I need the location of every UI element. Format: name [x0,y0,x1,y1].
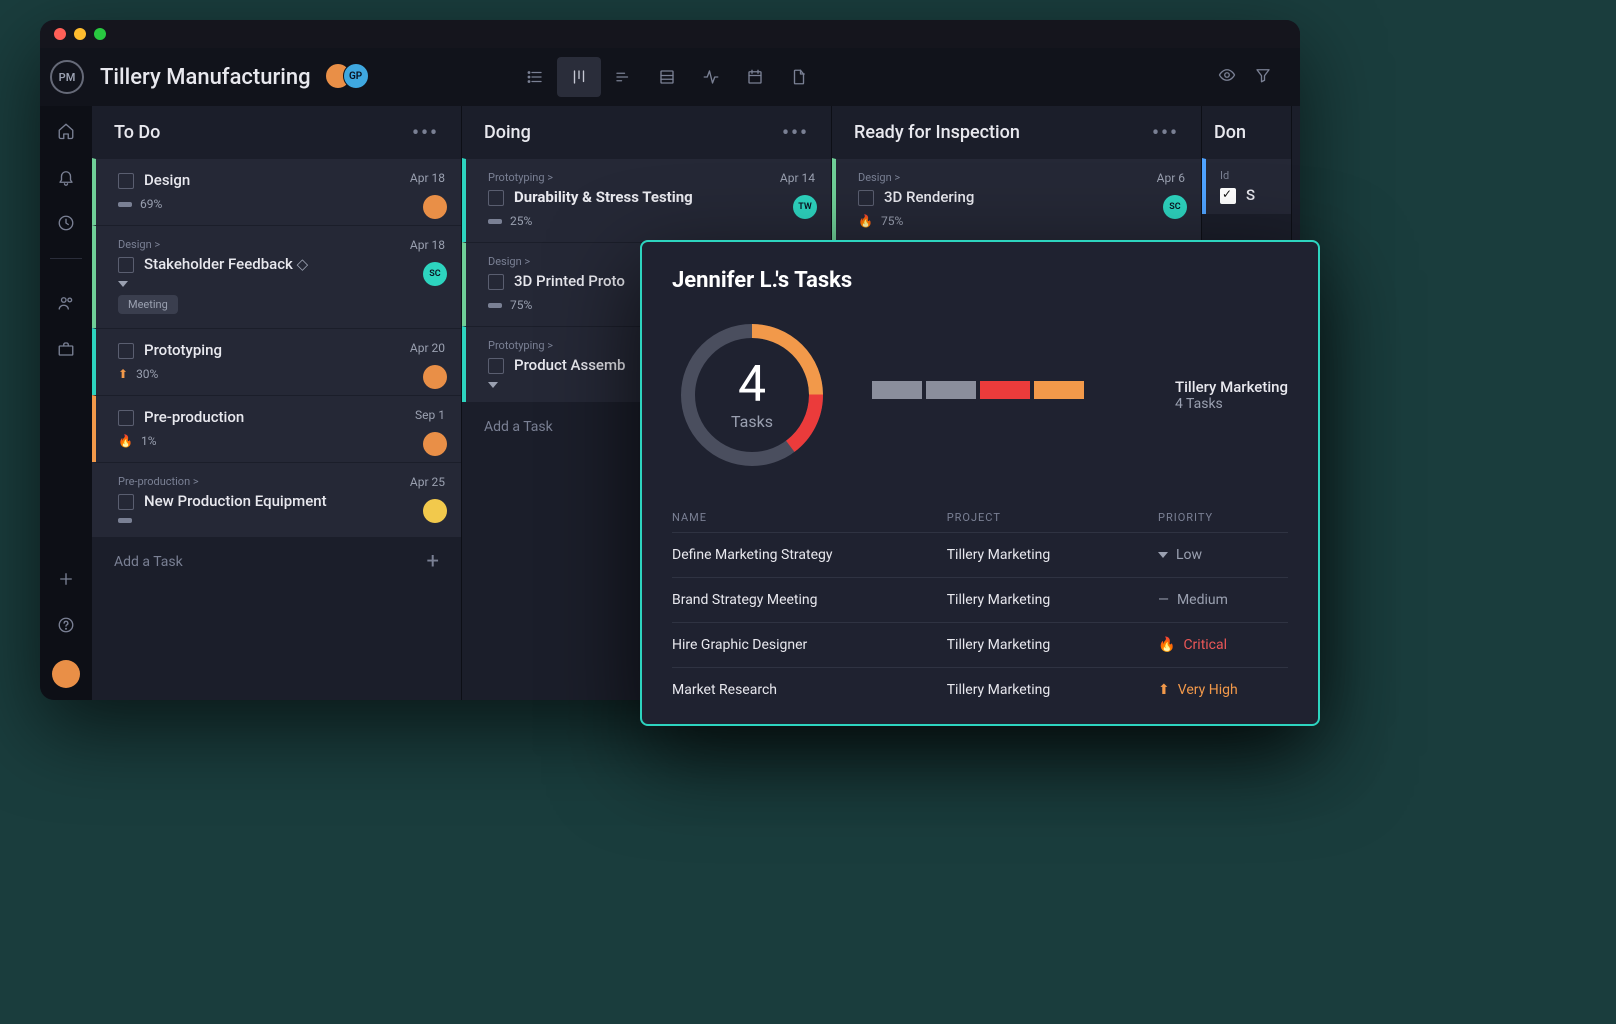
flame-icon: 🔥 [118,434,133,448]
help-icon[interactable] [55,614,77,636]
table-row[interactable]: Brand Strategy Meeting Tillery Marketing… [672,578,1288,623]
checkbox[interactable] [118,257,134,273]
table-row[interactable]: Hire Graphic Designer Tillery Marketing … [672,623,1288,668]
table-row[interactable]: Define Marketing Strategy Tillery Market… [672,533,1288,578]
close-dot[interactable] [54,28,66,40]
task-card[interactable]: Id S [1202,158,1291,214]
priority-segments [872,381,1084,399]
checkbox[interactable] [488,274,504,290]
assignee-avatar[interactable] [423,432,447,456]
maximize-dot[interactable] [94,28,106,40]
column-title: Doing [484,122,531,143]
assignee-avatar[interactable]: TW [793,195,817,219]
bell-icon[interactable] [55,166,77,188]
chevron-down-icon[interactable] [118,281,128,287]
app-logo[interactable]: PM [50,60,84,94]
task-count-label: Tasks [731,412,773,431]
user-avatar[interactable] [52,660,80,688]
plus-icon: + [427,549,439,574]
header-avatars[interactable]: GP [325,63,373,91]
checkbox[interactable] [858,190,874,206]
checkbox[interactable] [488,190,504,206]
gantt-view-icon[interactable] [601,57,645,97]
checkbox[interactable] [118,343,134,359]
arrow-up-icon: ⬆ [1158,682,1170,698]
activity-view-icon[interactable] [689,57,733,97]
header-right [1218,66,1290,88]
checkbox[interactable] [488,358,504,374]
task-card[interactable]: Prototyping > Durability & Stress Testin… [462,158,831,242]
checkbox[interactable] [118,173,134,189]
task-card[interactable]: Pre-production > New Production Equipmen… [92,462,461,537]
task-card[interactable]: Prototyping ⬆30% Apr 20 [92,328,461,395]
project-task-count: 4 Tasks [1175,396,1288,412]
column-menu-icon[interactable]: ••• [782,120,809,144]
list-view-icon[interactable] [513,57,557,97]
checkbox[interactable] [118,410,134,426]
tasks-panel: Jennifer L.'s Tasks 4 Tasks Tillery Mark… [640,240,1320,726]
task-card[interactable]: Design 69% Apr 18 [92,158,461,225]
column-title: Ready for Inspection [854,122,1020,143]
task-title: Product Assemb [514,356,625,374]
column-menu-icon[interactable]: ••• [1152,120,1179,144]
task-card[interactable]: Design > Stakeholder Feedback ◇ Meeting … [92,225,461,328]
plus-icon[interactable] [55,568,77,590]
file-view-icon[interactable] [777,57,821,97]
task-title: Design [144,171,190,189]
briefcase-icon[interactable] [55,338,77,360]
tasks-donut-chart: 4 Tasks [672,315,832,475]
checkbox[interactable] [118,494,134,510]
filter-icon[interactable] [1254,66,1272,88]
view-switcher [513,57,821,97]
project-label: Tillery Marketing [1175,378,1288,396]
assignee-avatar[interactable]: SC [423,262,447,286]
task-title: S [1246,186,1255,204]
panel-title: Jennifer L.'s Tasks [672,268,1288,293]
assignee-avatar[interactable] [423,365,447,389]
table-row[interactable]: Market Research Tillery Marketing ⬆Very … [672,668,1288,712]
task-title: Durability & Stress Testing [514,188,693,206]
add-task-button[interactable]: Add a Task + [92,537,461,585]
task-card[interactable]: Design > 3D Rendering 🔥75% Apr 6 SC [832,158,1201,242]
assignee-avatar[interactable] [423,195,447,219]
calendar-view-icon[interactable] [733,57,777,97]
task-card[interactable]: Pre-production 🔥1% Sep 1 [92,395,461,462]
sheet-view-icon[interactable] [645,57,689,97]
priority-low-icon [1158,552,1168,558]
priority-med-icon: — [1158,592,1169,608]
task-title: Pre-production [144,408,244,426]
clock-icon[interactable] [55,212,77,234]
app-header: PM Tillery Manufacturing GP [40,48,1300,106]
column-title: To Do [114,122,160,143]
people-icon[interactable] [55,292,77,314]
visibility-icon[interactable] [1218,66,1236,88]
arrow-up-icon: ⬆ [118,367,128,381]
task-title: Stakeholder Feedback ◇ [144,255,308,273]
table-header: NAME PROJECT PRIORITY [672,503,1288,533]
column-menu-icon[interactable]: ••• [412,120,439,144]
avatar-2[interactable]: GP [343,63,369,89]
flame-icon: 🔥 [858,214,873,228]
home-icon[interactable] [55,120,77,142]
checkbox-checked[interactable] [1220,188,1236,204]
task-title: New Production Equipment [144,492,327,510]
column-title: Don [1214,122,1246,143]
task-title: Prototyping [144,341,222,359]
tag: Meeting [118,295,178,314]
project-title: Tillery Manufacturing [100,65,311,90]
left-sidebar [40,106,92,700]
board-view-icon[interactable] [557,57,601,97]
assignee-avatar[interactable]: SC [1163,195,1187,219]
column-todo: To Do ••• Design 69% Apr 18 Design > [92,106,462,700]
mac-titlebar [40,20,1300,48]
flame-icon: 🔥 [1158,637,1175,653]
milestone-icon: ◇ [297,255,309,273]
task-count: 4 [738,360,766,410]
task-title: 3D Printed Proto [514,272,625,290]
chevron-down-icon[interactable] [488,382,498,388]
assignee-avatar[interactable] [423,499,447,523]
task-title: 3D Rendering [884,188,974,206]
minimize-dot[interactable] [74,28,86,40]
